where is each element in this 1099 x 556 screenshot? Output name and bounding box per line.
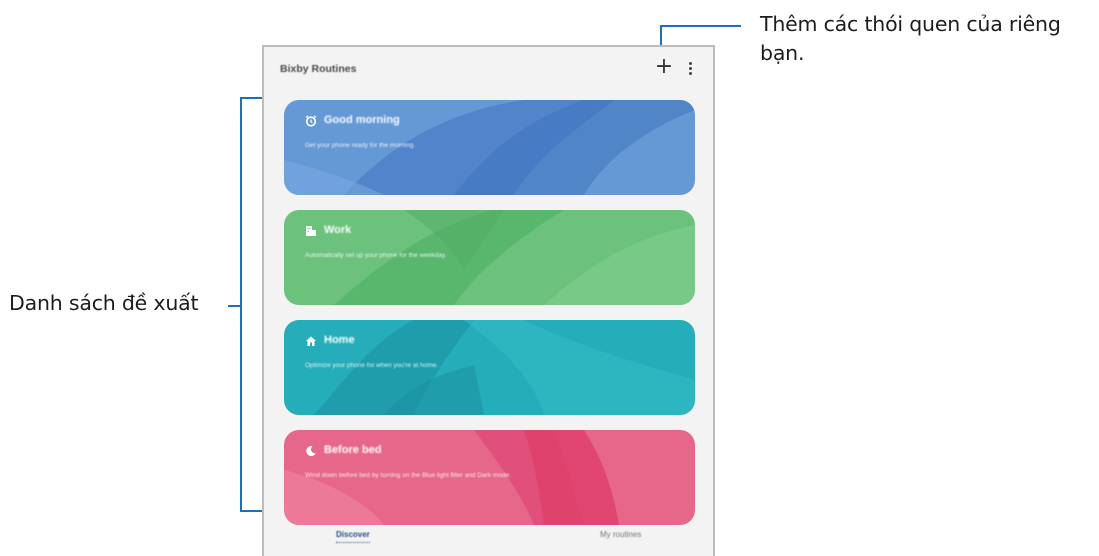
routine-card-home[interactable]: Home Optimize your phone for when you're… xyxy=(284,320,695,415)
callout-bracket-tick xyxy=(228,305,241,307)
card-description: Optimize your phone for when you're at h… xyxy=(305,362,439,369)
home-icon xyxy=(306,336,316,346)
card-description: Automatically set up your phone for the … xyxy=(305,252,447,259)
routines-screen: Bixby Routines + Good morning Get your p… xyxy=(262,45,715,556)
tab-discover[interactable]: Discover xyxy=(336,530,370,543)
callout-add-routine-text: Thêm các thói quen của riêng bạn. xyxy=(760,12,1061,65)
more-vert-icon[interactable] xyxy=(684,61,696,77)
callout-line-add-vertical xyxy=(660,25,662,47)
routine-card-work[interactable]: Work Automatically set up your phone for… xyxy=(284,210,695,305)
routine-card-good-morning[interactable]: Good morning Get your phone ready for th… xyxy=(284,100,695,195)
plus-icon[interactable]: + xyxy=(653,56,675,79)
card-description: Get your phone ready for the morning. xyxy=(305,142,416,149)
alarm-icon xyxy=(305,115,317,127)
building-icon xyxy=(306,226,316,236)
card-title: Good morning xyxy=(324,114,400,126)
card-title: Before bed xyxy=(324,444,382,456)
routine-card-before-bed[interactable]: Before bed Wind down before bed by turni… xyxy=(284,430,695,525)
app-title: Bixby Routines xyxy=(280,63,357,75)
card-description: Wind down before bed by turning on the B… xyxy=(305,472,511,479)
callout-suggested-list-text: Danh sách đề xuất xyxy=(9,291,199,315)
card-title: Work xyxy=(324,224,352,236)
callout-line-add-horizontal xyxy=(661,25,741,27)
card-title: Home xyxy=(324,334,355,346)
moon-icon xyxy=(306,446,316,457)
tab-my-routines[interactable]: My routines xyxy=(600,530,641,539)
